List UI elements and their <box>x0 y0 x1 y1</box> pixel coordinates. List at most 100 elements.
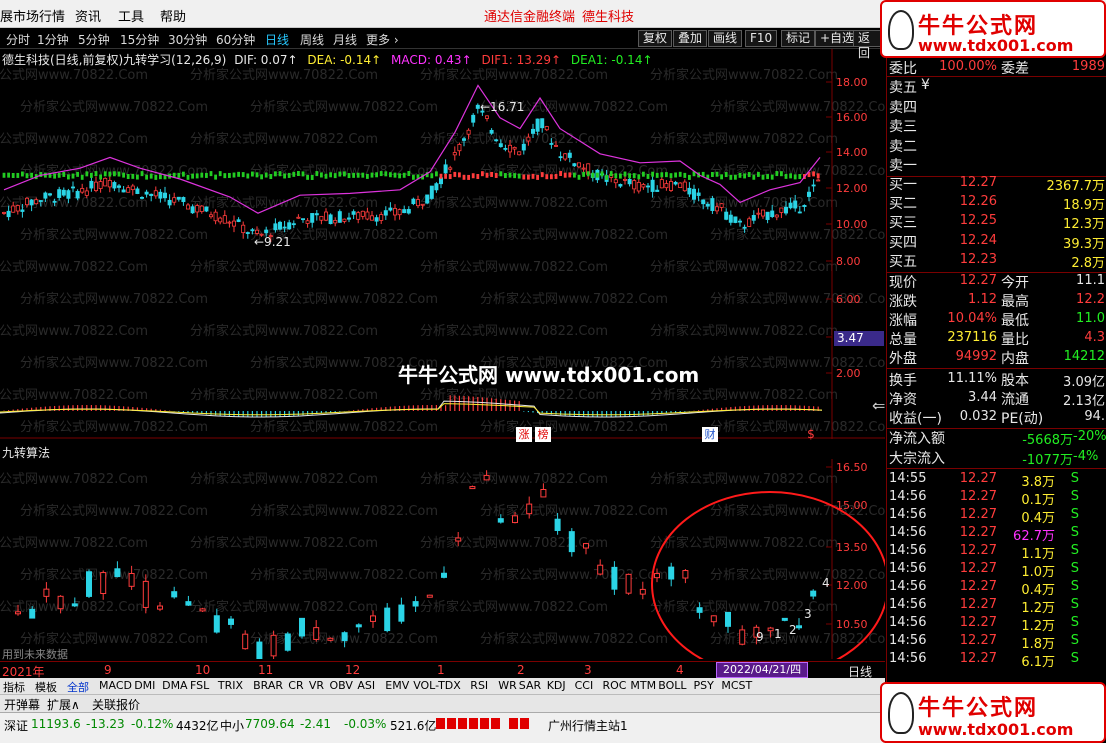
menu-item-help[interactable]: 帮助 <box>160 6 186 25</box>
draw-button[interactable]: 画线 <box>708 30 743 47</box>
flow-label: 大宗流入 <box>889 451 945 467</box>
candle-body <box>300 218 305 221</box>
signal-marker <box>90 172 93 178</box>
indicator-tab-sar[interactable]: SAR <box>519 679 541 692</box>
indicator-tab-fsl[interactable]: FSL <box>190 679 209 692</box>
watermark-text: 分析家公式网www.70822.Com <box>190 195 378 211</box>
stat-label: 净资 <box>889 392 917 408</box>
indicator-tab-cci[interactable]: CCI <box>575 679 594 692</box>
candle-body <box>461 138 466 141</box>
mark-button[interactable]: 标记 <box>781 30 816 47</box>
signal-marker <box>333 173 337 179</box>
signal-marker <box>481 171 484 177</box>
date-cursor-box: 2022/04/21/四 <box>716 662 809 678</box>
stat-value: 12.27 <box>959 273 997 288</box>
indicator-tab-vr[interactable]: VR <box>309 679 324 692</box>
period-tab-weekly[interactable]: 周线 <box>300 31 324 48</box>
watermark-text: 分析家公式网www.70822.Com <box>190 323 378 339</box>
candle-body <box>264 229 269 234</box>
candle-body <box>452 152 457 156</box>
fuquan-button[interactable]: 复权 <box>638 30 673 47</box>
tick-price: 12.27 <box>959 651 997 666</box>
sub-y-tick-label: 16.50 <box>836 461 868 474</box>
indicator-tab-wr[interactable]: WR <box>498 679 517 692</box>
stat-label: 股本 <box>1001 373 1029 389</box>
tick-time: 14:55 <box>889 471 927 486</box>
tag-bang[interactable]: 榜 <box>535 427 551 442</box>
candle-body <box>512 147 517 150</box>
indicator-tab-trix[interactable]: TRIX <box>218 679 243 692</box>
period-tab-60min[interactable]: 60分钟 <box>216 31 255 48</box>
candle-body <box>199 205 204 212</box>
danmu-toggle[interactable]: 开弹幕 <box>4 696 40 713</box>
tag-zhang[interactable]: 涨 <box>516 427 532 442</box>
indicator-tab-psy[interactable]: PSY <box>694 679 714 692</box>
server-label[interactable]: 广州行情主站1 <box>548 717 628 734</box>
signal-marker <box>30 172 33 178</box>
indicator-tab-dmi[interactable]: DMI <box>134 679 155 692</box>
indicator-tab-mtm[interactable]: MTM <box>630 679 656 692</box>
count-label-1: 1 <box>774 627 782 641</box>
indicator-tab-dma[interactable]: DMA <box>162 679 188 692</box>
zx-index-pct: -0.03% <box>344 717 387 731</box>
candle-body <box>48 193 53 196</box>
indicator-tab-全部[interactable]: 全部 <box>67 679 89 695</box>
period-tab-more[interactable]: 更多 › <box>366 31 399 48</box>
indicator-tab-asi[interactable]: ASI <box>357 679 375 692</box>
tick-volume: 1.2万 <box>1021 619 1055 634</box>
watermark-text: 分析家公式网www.70822.Com <box>190 67 378 83</box>
candle-body <box>811 184 816 187</box>
indicator-tab-emv[interactable]: EMV <box>385 679 409 692</box>
indicator-tab-roc[interactable]: ROC <box>603 679 627 692</box>
overlay-button[interactable]: 叠加 <box>673 30 708 47</box>
indicator-tab-mcst[interactable]: MCST <box>721 679 752 692</box>
tag-dollar[interactable]: $ <box>806 427 816 442</box>
watermark-text: 分析家公式网www.70822.Com <box>20 355 208 371</box>
candle-body <box>222 215 227 224</box>
period-tab-daily[interactable]: 日线 <box>265 31 289 48</box>
flow-value: -1077万 <box>1022 453 1073 468</box>
signal-marker <box>444 173 447 179</box>
watermark-text: 分析家公式网www.70822.Com <box>650 535 838 551</box>
period-tab-15min[interactable]: 15分钟 <box>120 31 159 48</box>
related-quote-tab[interactable]: 关联报价 <box>92 696 140 713</box>
indicator-tab-macd[interactable]: MACD <box>99 679 132 692</box>
f10-button[interactable]: F10 <box>745 30 778 47</box>
indicator-tab-指标[interactable]: 指标 <box>3 679 25 695</box>
period-tab-5min[interactable]: 5分钟 <box>78 31 110 48</box>
signal-marker <box>793 174 797 180</box>
period-tab-1min[interactable]: 1分钟 <box>37 31 69 48</box>
signal-marker <box>274 171 277 177</box>
indicator-tab-模板[interactable]: 模板 <box>35 679 57 695</box>
candle-body <box>107 180 112 188</box>
signal-marker <box>16 172 20 178</box>
indicator-tab-rsi[interactable]: RSI <box>470 679 488 692</box>
x-tick: 11 <box>258 663 274 677</box>
candle-body <box>457 144 462 152</box>
indicator-tab-vol-tdx[interactable]: VOL-TDX <box>413 679 461 692</box>
indicator-tab-boll[interactable]: BOLL <box>658 679 686 692</box>
menu-item-market[interactable]: 展市场行情 <box>0 6 65 25</box>
stat-value: 1.12 <box>968 292 997 307</box>
candle-body <box>646 185 651 188</box>
sub-candle-body <box>270 634 277 657</box>
tag-cai[interactable]: 财 <box>702 427 718 442</box>
indicator-tab-kdj[interactable]: KDJ <box>547 679 566 692</box>
menu-item-news[interactable]: 资讯 <box>75 6 101 25</box>
indicator-tab-cr[interactable]: CR <box>288 679 303 692</box>
period-tab-30min[interactable]: 30分钟 <box>168 31 207 48</box>
candle-body <box>494 139 499 142</box>
period-tab-minute[interactable]: 分时 <box>6 31 30 48</box>
signal-marker <box>784 173 788 179</box>
sub-candle-body <box>625 573 632 594</box>
stat-value: 3.09亿 <box>1063 375 1105 390</box>
period-tab-monthly[interactable]: 月线 <box>333 31 357 48</box>
x-tick: 9 <box>104 663 112 677</box>
candle-body <box>172 197 177 203</box>
nine-turn-chart[interactable]: 分析家公式网www.70822.Com 分析家公式网www.70822.Com 分析… <box>0 459 885 659</box>
indicator-tab-obv[interactable]: OBV <box>330 679 353 692</box>
candle-body <box>139 196 144 199</box>
indicator-tab-brar[interactable]: BRAR <box>253 679 283 692</box>
expand-toggle[interactable]: 扩展∧ <box>47 696 80 713</box>
menu-item-tools[interactable]: 工具 <box>118 6 144 25</box>
